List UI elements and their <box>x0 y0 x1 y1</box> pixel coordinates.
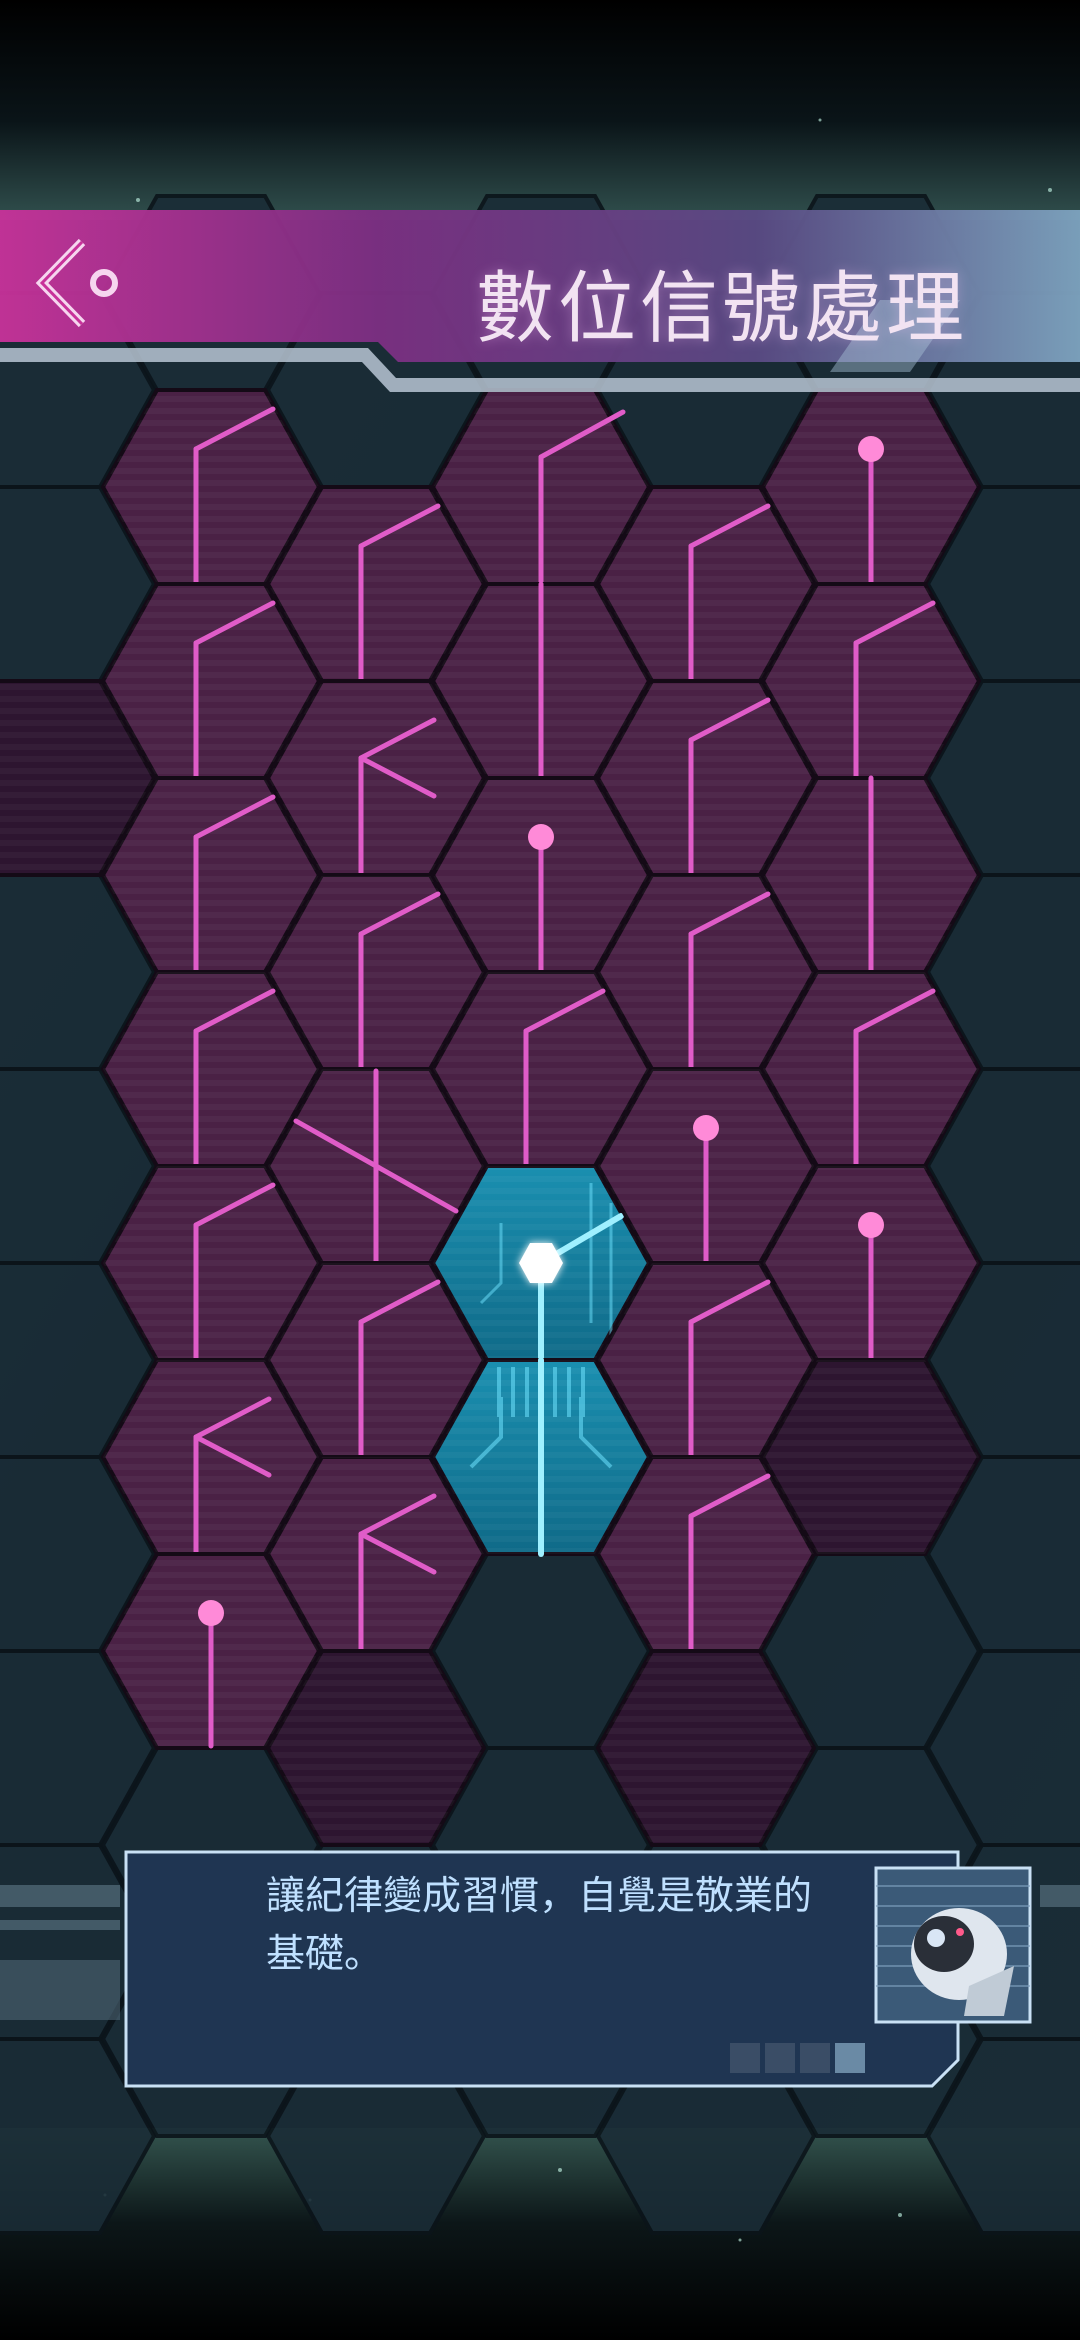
page-dot-active <box>835 2043 865 2073</box>
robot-portrait-icon <box>874 1866 1032 2024</box>
dialog-page-indicator <box>730 2043 865 2073</box>
back-button[interactable] <box>20 228 130 338</box>
speaker-portrait <box>874 1866 1032 2024</box>
dialog-text: 讓紀律變成習慣，自覺是敬業的基礎。 <box>266 1874 813 1977</box>
signal-node-icon <box>858 436 884 462</box>
bottom-space-panel <box>0 2128 1080 2340</box>
back-chevron-icon <box>35 238 118 328</box>
signal-node-icon <box>693 1115 719 1141</box>
top-space-panel <box>0 0 1080 220</box>
page-dot <box>800 2043 830 2073</box>
page-title: 數位信號處理 <box>475 264 968 354</box>
signal-node-icon <box>858 1212 884 1238</box>
page-dot <box>765 2043 795 2073</box>
signal-node-icon <box>198 1600 224 1626</box>
page-dot <box>730 2043 760 2073</box>
signal-node-icon <box>528 824 554 850</box>
